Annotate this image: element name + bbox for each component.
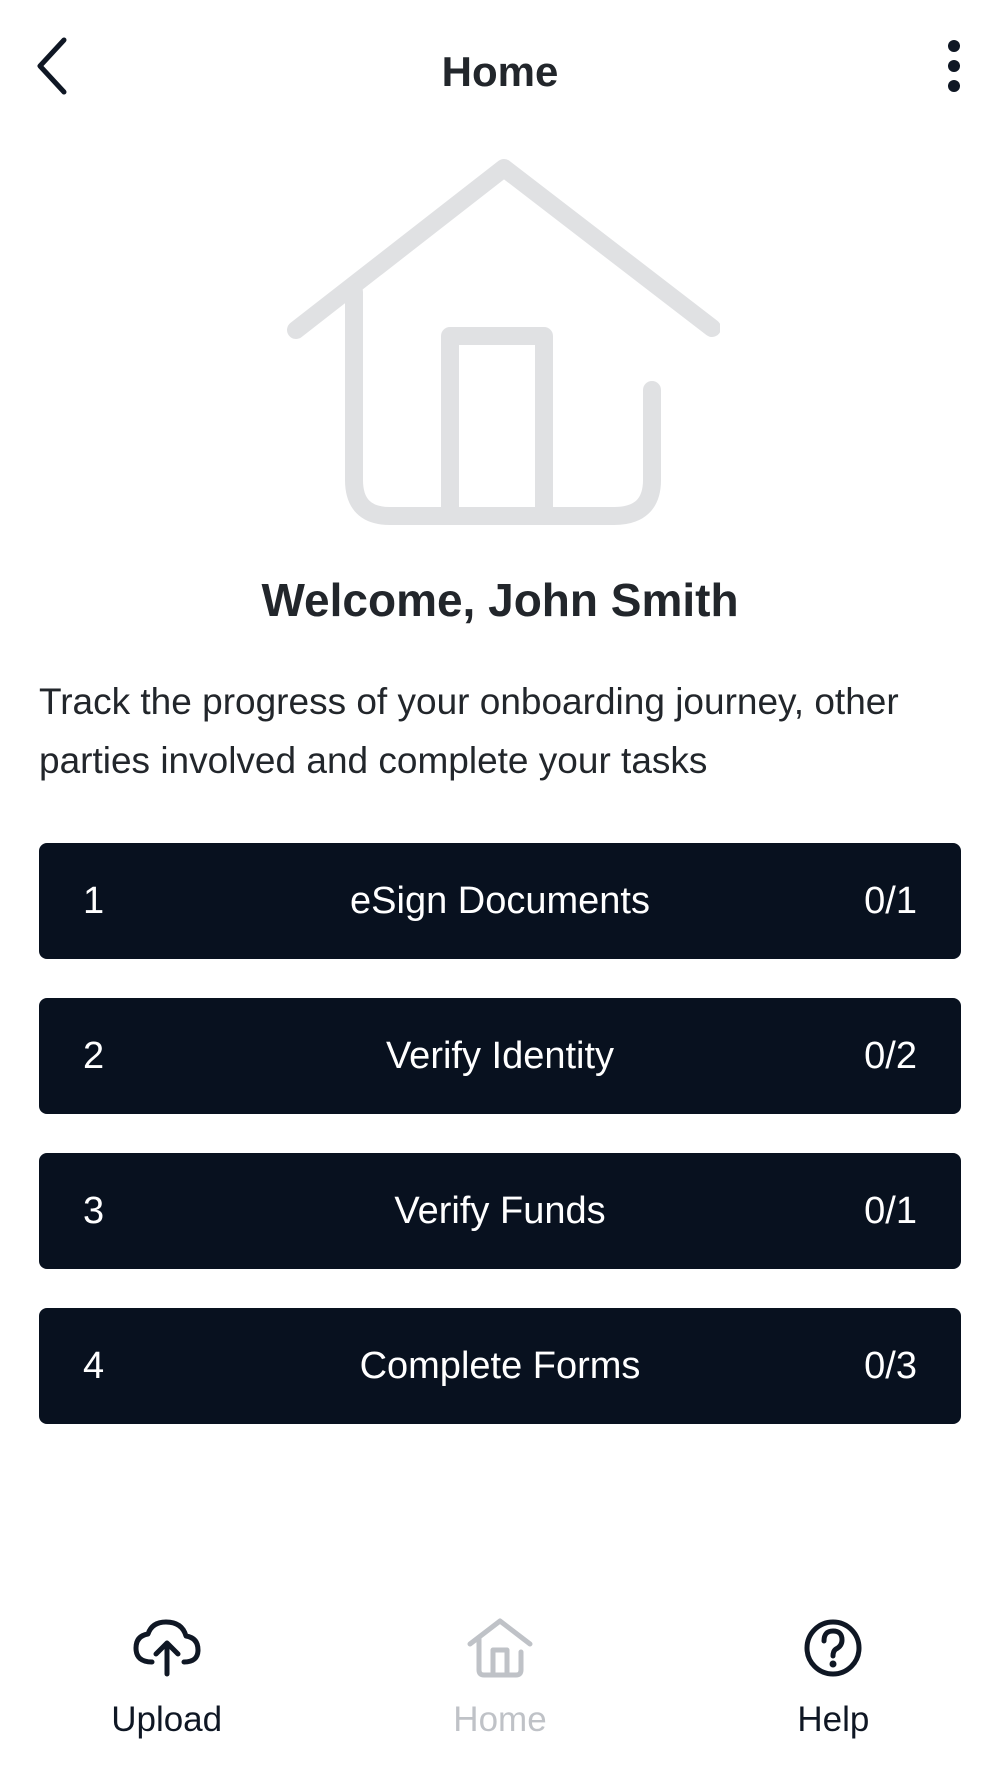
bottom-navigation: Upload Home Help bbox=[0, 1610, 1000, 1778]
house-illustration bbox=[280, 150, 721, 540]
task-number: 3 bbox=[83, 1189, 105, 1232]
nav-label: Help bbox=[797, 1700, 870, 1739]
nav-upload[interactable]: Upload bbox=[0, 1610, 333, 1778]
task-progress-count: 0/2 bbox=[864, 1034, 917, 1077]
help-circle-icon bbox=[795, 1610, 871, 1686]
nav-label: Home bbox=[453, 1700, 547, 1739]
task-label: Complete Forms bbox=[359, 1344, 641, 1387]
task-label: eSign Documents bbox=[350, 879, 650, 922]
welcome-heading: Welcome, John Smith bbox=[261, 574, 739, 626]
cloud-upload-icon bbox=[129, 1610, 205, 1686]
task-label: Verify Funds bbox=[394, 1189, 606, 1232]
task-esign-documents[interactable]: 1 eSign Documents 0/1 bbox=[39, 843, 961, 959]
task-progress-count: 0/1 bbox=[864, 879, 917, 922]
more-options-button[interactable] bbox=[930, 34, 978, 98]
task-number: 1 bbox=[83, 879, 105, 922]
task-progress-count: 0/1 bbox=[864, 1189, 917, 1232]
top-bar: Home bbox=[0, 0, 1000, 146]
nav-help[interactable]: Help bbox=[667, 1610, 1000, 1778]
task-label: Verify Identity bbox=[385, 1034, 615, 1077]
description-text: Track the progress of your onboarding jo… bbox=[39, 681, 899, 781]
nav-label: Upload bbox=[111, 1700, 223, 1739]
task-number: 4 bbox=[83, 1344, 105, 1387]
app-screen: Home Welcome, John Smith Track the progr… bbox=[0, 0, 1000, 1778]
task-verify-funds[interactable]: 3 Verify Funds 0/1 bbox=[39, 1153, 961, 1269]
page-title: Home bbox=[441, 48, 559, 95]
task-number: 2 bbox=[83, 1034, 105, 1077]
nav-home[interactable]: Home bbox=[333, 1610, 666, 1778]
task-progress-count: 0/3 bbox=[864, 1344, 917, 1387]
task-complete-forms[interactable]: 4 Complete Forms 0/3 bbox=[39, 1308, 961, 1424]
task-verify-identity[interactable]: 2 Verify Identity 0/2 bbox=[39, 998, 961, 1114]
task-list: 1 eSign Documents 0/1 2 Verify Identity … bbox=[39, 843, 961, 1463]
more-vertical-icon bbox=[948, 40, 960, 92]
home-icon bbox=[462, 1610, 538, 1686]
